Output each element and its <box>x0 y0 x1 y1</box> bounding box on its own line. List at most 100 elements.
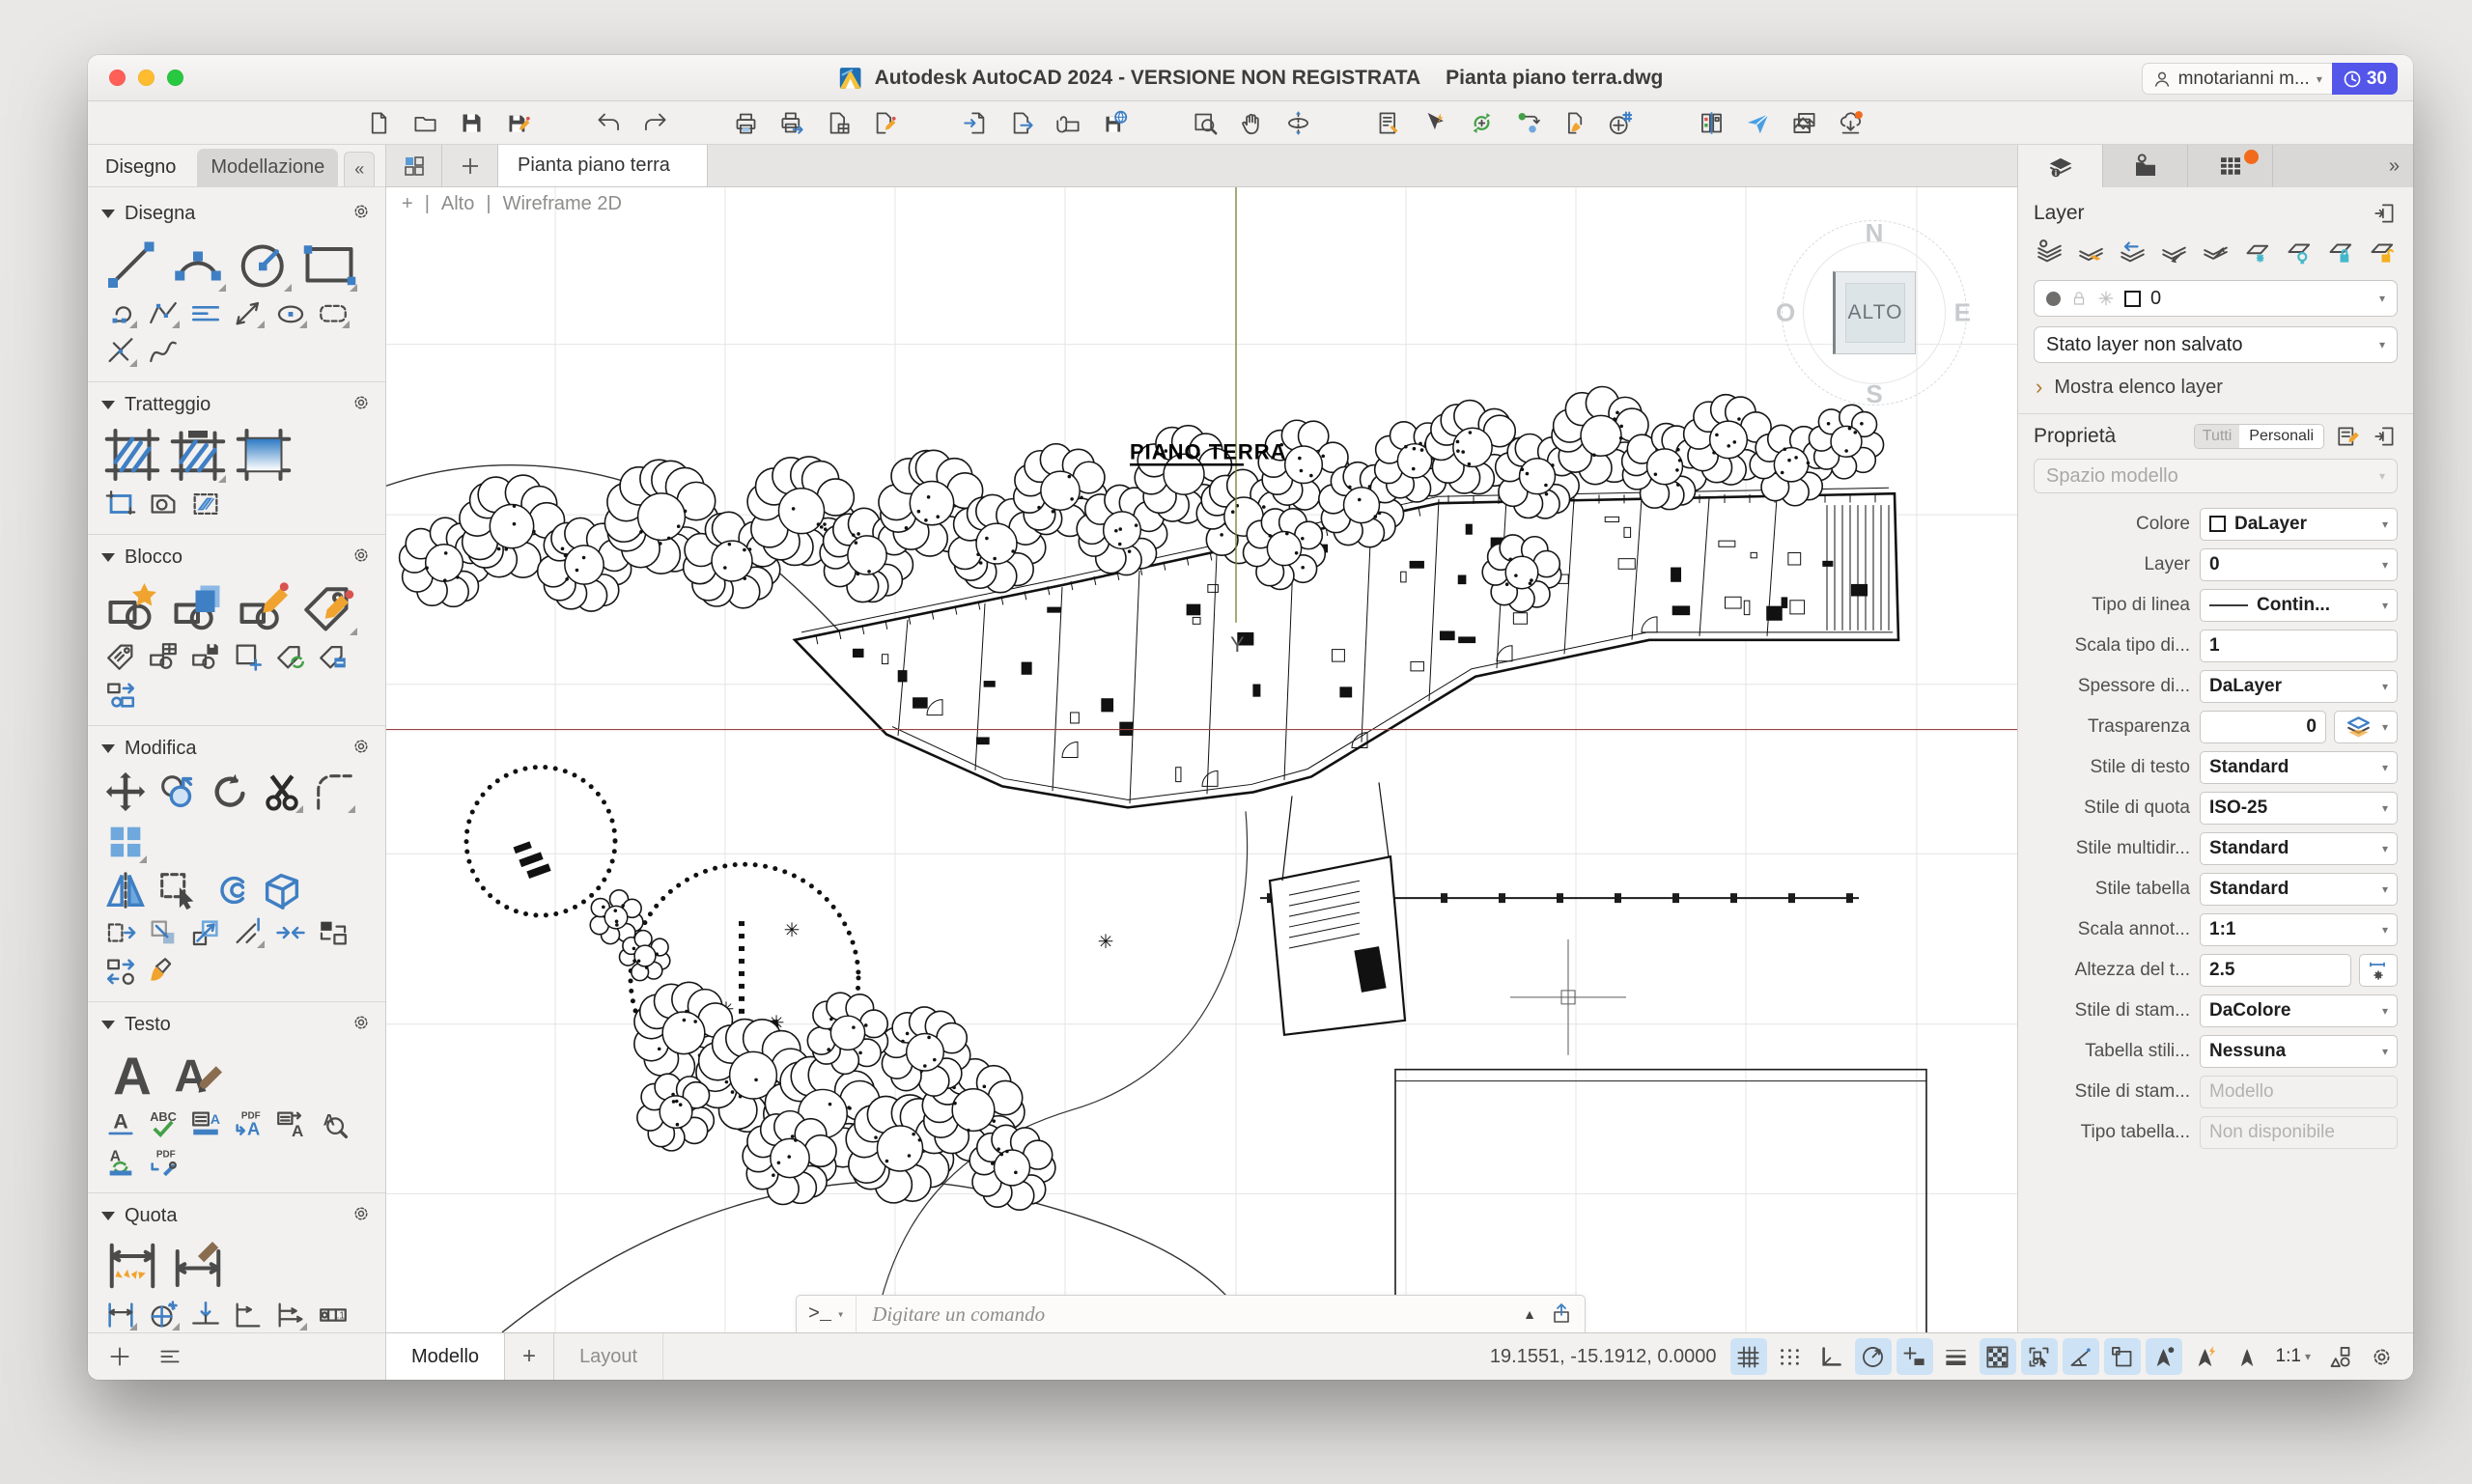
select-similar-tool[interactable] <box>155 868 200 912</box>
open-button[interactable] <box>409 107 440 138</box>
mtext-tool[interactable]: A <box>103 1046 161 1104</box>
line-tool[interactable] <box>103 235 161 293</box>
linear-dimension-tool[interactable] <box>103 1299 138 1331</box>
center-mark-tool[interactable] <box>146 1299 181 1331</box>
page-setup-button[interactable] <box>823 107 854 138</box>
viewport-view-button[interactable]: Alto <box>441 193 474 215</box>
text-align-tool[interactable]: A <box>188 1107 223 1140</box>
current-layer-dropdown[interactable]: 0 ▾ <box>2034 280 2398 317</box>
drawing-tab-active[interactable]: Pianta piano terra <box>498 145 708 186</box>
edit-dimension-tool[interactable] <box>169 1237 227 1295</box>
panel-settings-icon[interactable] <box>351 392 372 413</box>
property-control-altezza-del-t-[interactable]: 2.5 <box>2200 954 2351 987</box>
pick-text-height-button[interactable] <box>2359 954 2398 987</box>
command-prompt[interactable]: >_ ▾ <box>797 1296 857 1332</box>
arc-tool[interactable] <box>169 235 227 293</box>
spline-tool[interactable] <box>146 335 181 368</box>
offset-tool[interactable] <box>208 868 252 912</box>
dock-panel-icon[interactable] <box>2373 201 2398 226</box>
scale-tool[interactable] <box>188 916 223 949</box>
property-control-layer[interactable]: 0▾ <box>2200 548 2398 581</box>
soften-tool[interactable] <box>146 916 181 949</box>
panel-settings-icon[interactable] <box>351 545 372 566</box>
close-window-button[interactable] <box>109 70 126 86</box>
tool-palettes-button[interactable] <box>1373 107 1404 138</box>
account-menu[interactable]: mnotarianni m... ▾ <box>2142 63 2332 95</box>
grid-toggle[interactable] <box>1730 1338 1767 1375</box>
new-drawing-tab-button[interactable] <box>442 145 498 186</box>
edit-properties-icon[interactable] <box>2336 424 2361 449</box>
copy-tool[interactable] <box>155 770 200 814</box>
redo-button[interactable] <box>639 107 670 138</box>
viewcube-west[interactable]: O <box>1776 298 1795 328</box>
dock-panel-icon[interactable] <box>2373 424 2398 449</box>
tab-modello[interactable]: Modello <box>386 1333 505 1380</box>
space-selector-dropdown[interactable]: Spazio modello ▾ <box>2034 459 2398 493</box>
layer-color-swatch[interactable] <box>2124 291 2141 307</box>
transparency-toggle[interactable] <box>1980 1338 2016 1375</box>
snap-toggle[interactable] <box>1772 1338 1809 1375</box>
count-button[interactable] <box>1605 107 1636 138</box>
layer-lock-icon[interactable] <box>2324 238 2356 266</box>
pdf-import-text-tool[interactable]: PDFA <box>231 1107 266 1140</box>
panel-settings-icon[interactable] <box>351 1012 372 1033</box>
sync-attributes-tool[interactable] <box>273 640 308 673</box>
filter-all-button[interactable]: Tutti <box>2195 425 2240 448</box>
manage-attributes-tool[interactable] <box>316 640 351 673</box>
multiline-tool[interactable] <box>188 296 223 329</box>
plot-button[interactable] <box>776 107 807 138</box>
swap-tool[interactable] <box>316 916 351 949</box>
hatch-edit-tool[interactable] <box>188 488 223 520</box>
edit-text-tool[interactable]: A <box>169 1046 227 1104</box>
layer-undo-icon[interactable] <box>2117 238 2149 266</box>
circle-tool[interactable] <box>235 235 293 293</box>
property-control-trasparenza[interactable]: 0 <box>2200 711 2326 743</box>
web-save-button[interactable] <box>1099 107 1130 138</box>
rectangle-tool[interactable] <box>300 235 358 293</box>
quick-select-button[interactable] <box>1419 107 1450 138</box>
ellipse-tool[interactable] <box>273 296 308 329</box>
settings-gear-button[interactable] <box>2363 1338 2400 1375</box>
rotate-tool[interactable] <box>208 770 252 814</box>
single-text-tool[interactable]: A <box>103 1107 138 1140</box>
tolerance-tool[interactable]: .1 <box>316 1299 351 1331</box>
match-properties-button[interactable] <box>1512 107 1543 138</box>
new-file-button[interactable] <box>363 107 394 138</box>
annotation-scale-dropdown[interactable]: 1:1▾ <box>2270 1346 2317 1367</box>
block-table-tool[interactable] <box>146 640 181 673</box>
explode-tool[interactable] <box>260 868 304 912</box>
purge-button[interactable] <box>1559 107 1589 138</box>
tab-layout[interactable]: Layout <box>554 1333 663 1380</box>
share-button[interactable] <box>1742 107 1773 138</box>
layer-properties-icon[interactable] <box>2034 238 2065 266</box>
polar-tracking-toggle[interactable] <box>2063 1338 2099 1375</box>
layer-state-dropdown[interactable]: Stato layer non salvato ▾ <box>2034 326 2398 363</box>
edit-attribute-tool[interactable] <box>300 578 358 636</box>
drawing-canvas[interactable]: ✳✳✳✳YPIANO TERRA +| Alto| Wireframe 2D N… <box>386 187 2017 1332</box>
layer-palette-tab[interactable]: i <box>2018 145 2103 187</box>
stretch-tool[interactable] <box>103 916 138 949</box>
command-input[interactable]: Digitare un comando <box>857 1302 1523 1327</box>
collapse-triangle-icon[interactable] <box>101 553 115 562</box>
command-history-toggle[interactable]: ▲ <box>1523 1306 1536 1322</box>
selection-cycling-toggle[interactable] <box>2021 1338 2058 1375</box>
property-control-stile-di-quota[interactable]: ISO-25▾ <box>2200 792 2398 825</box>
clean-tool[interactable] <box>146 955 181 988</box>
collapse-triangle-icon[interactable] <box>101 744 115 753</box>
trial-badge[interactable]: 30 <box>2332 63 2398 95</box>
pan-button[interactable] <box>1236 107 1267 138</box>
define-attribute-tool[interactable] <box>103 640 138 673</box>
auto-annotation-toggle[interactable] <box>2187 1338 2224 1375</box>
share-drawing-icon[interactable] <box>1550 1302 1573 1326</box>
annotation-visibility-toggle[interactable] <box>2146 1338 2182 1375</box>
layer-isolate-icon[interactable] <box>2158 238 2190 266</box>
ortho-toggle[interactable] <box>1813 1338 1850 1375</box>
gradient-tool[interactable] <box>235 426 293 484</box>
minimize-window-button[interactable] <box>138 70 154 86</box>
panel-list-icon[interactable] <box>157 1344 183 1369</box>
transparency-mode-dropdown[interactable]: ▾ <box>2334 711 2398 743</box>
lineweight-toggle[interactable] <box>1938 1338 1975 1375</box>
import-button[interactable] <box>960 107 991 138</box>
save-button[interactable] <box>456 107 487 138</box>
revision-cloud-tool[interactable] <box>316 296 351 329</box>
